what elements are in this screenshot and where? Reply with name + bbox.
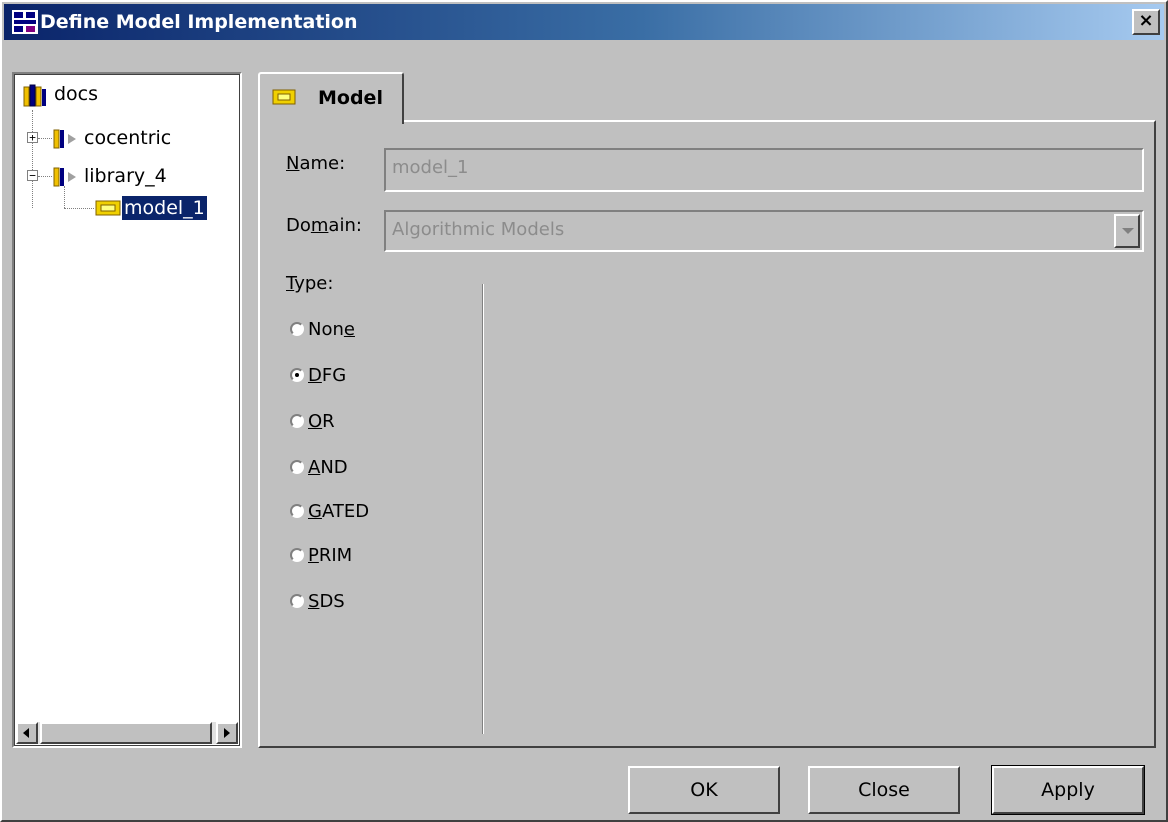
radio-button[interactable] xyxy=(290,460,304,474)
dropdown-button[interactable] xyxy=(1114,214,1140,248)
collapse-icon[interactable]: − xyxy=(27,170,38,181)
radio-label: PRIM xyxy=(308,545,353,566)
dialog-window: Define Model Implementation × docs + coc… xyxy=(0,0,1168,822)
name-field[interactable]: model_1 xyxy=(384,148,1144,192)
ok-button[interactable]: OK xyxy=(628,766,780,814)
radio-label: None xyxy=(308,319,355,340)
radio-label: SDS xyxy=(308,591,345,612)
radio-label: OR xyxy=(308,411,335,432)
tree-item-library-4[interactable]: library_4 xyxy=(84,164,167,188)
radio-label: GATED xyxy=(308,501,370,522)
tree-connector xyxy=(32,110,33,208)
radio-button[interactable] xyxy=(290,594,304,608)
app-icon xyxy=(12,10,38,34)
radio-button[interactable] xyxy=(290,322,304,336)
tree-view[interactable]: docs + cocentric − library_4 model_1 xyxy=(12,72,242,748)
domain-label: Domain: xyxy=(286,215,362,236)
divider xyxy=(482,284,484,734)
expand-icon[interactable]: + xyxy=(27,132,38,143)
arrow-left-icon xyxy=(23,728,29,738)
tree-item-model-1[interactable]: model_1 xyxy=(122,196,207,220)
close-button[interactable]: Close xyxy=(808,766,960,814)
model-icon xyxy=(95,200,121,216)
library-icon xyxy=(53,167,76,187)
apply-button[interactable]: Apply xyxy=(991,765,1145,815)
domain-select[interactable]: Algorithmic Models xyxy=(384,210,1144,252)
tree-item-cocentric[interactable]: cocentric xyxy=(84,126,171,150)
model-icon xyxy=(272,89,296,105)
chevron-down-icon xyxy=(1122,228,1134,234)
radio-dot xyxy=(295,373,299,377)
domain-value: Algorithmic Models xyxy=(392,219,565,240)
radio-button[interactable] xyxy=(290,548,304,562)
horizontal-scrollbar[interactable] xyxy=(16,722,238,744)
scroll-right-button[interactable] xyxy=(216,722,238,744)
name-label: Name: xyxy=(286,153,346,174)
tab-model[interactable]: Model xyxy=(258,72,404,124)
radio-button[interactable] xyxy=(290,368,304,382)
books-icon xyxy=(23,84,46,107)
type-label: Type: xyxy=(286,273,334,294)
radio-button[interactable] xyxy=(290,504,304,518)
tab-label: Model xyxy=(318,87,383,109)
library-icon xyxy=(53,129,76,149)
radio-label: AND xyxy=(308,457,348,478)
arrow-right-icon xyxy=(224,728,230,738)
tree-root-docs[interactable]: docs xyxy=(54,82,98,106)
scroll-thumb[interactable] xyxy=(40,722,212,744)
window-title: Define Model Implementation xyxy=(40,11,358,33)
radio-button[interactable] xyxy=(290,414,304,428)
title-bar: Define Model Implementation × xyxy=(4,4,1164,40)
close-icon[interactable]: × xyxy=(1132,9,1160,35)
scroll-left-button[interactable] xyxy=(16,722,38,744)
radio-label: DFG xyxy=(308,365,347,386)
